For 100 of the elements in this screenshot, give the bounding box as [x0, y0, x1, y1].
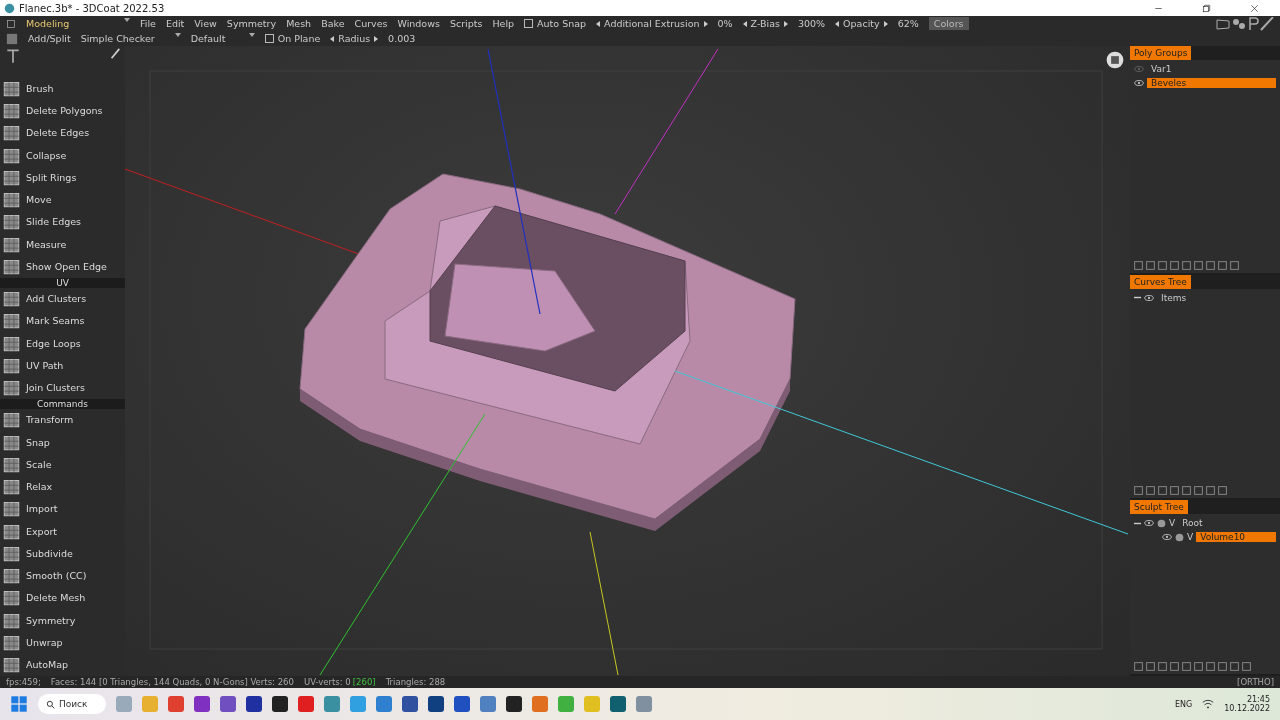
app-icon [4, 2, 15, 14]
tool-item[interactable]: Mark Seams [0, 309, 125, 333]
search-icon [46, 699, 55, 709]
taskbar-app-icon[interactable] [376, 696, 392, 712]
clock[interactable]: 21:45 10.12.2022 [1224, 695, 1270, 713]
tool-item[interactable]: Show Open Edge [0, 255, 125, 278]
tool-item[interactable]: Delete Edges [0, 121, 125, 145]
taskbar-app-icon[interactable] [272, 696, 288, 712]
taskbar-app-icon[interactable] [610, 696, 626, 712]
tool-item[interactable]: Delete Mesh [0, 586, 125, 610]
decrease-arrow-icon[interactable] [596, 20, 601, 27]
section-header[interactable]: UV [0, 277, 125, 288]
menu-item[interactable]: Bake [321, 18, 345, 29]
tool-item[interactable]: Smooth (CC) [0, 564, 125, 587]
volume-label: V [1169, 518, 1176, 529]
tree-item[interactable]: Root [1178, 518, 1276, 529]
taskbar-app-icon[interactable] [246, 696, 262, 712]
tree-item[interactable]: Volume10 [1196, 532, 1276, 543]
taskbar-app-icon[interactable] [480, 696, 496, 712]
tool-item[interactable]: Scale [0, 453, 125, 476]
taskbar-app-icon[interactable] [324, 696, 340, 712]
tool-item[interactable]: Move [0, 188, 125, 211]
menu-item[interactable]: Windows [397, 18, 440, 29]
increase-arrow-icon[interactable] [883, 20, 888, 27]
increase-arrow-icon[interactable] [783, 20, 788, 27]
tool-item[interactable]: Edge Loops [0, 332, 125, 355]
tool-icon [3, 633, 20, 651]
section-header[interactable]: Commands [0, 398, 125, 409]
taskbar-app-icon[interactable] [194, 696, 210, 712]
taskbar-app-icon[interactable] [168, 696, 184, 712]
menu-item[interactable]: Curves [354, 18, 388, 29]
tool-icon [3, 478, 20, 496]
tool-item[interactable]: Unwrap [0, 631, 125, 654]
tool-item[interactable]: Brush [0, 77, 125, 100]
menu-item[interactable]: Mesh [286, 18, 312, 29]
tool-item[interactable]: Measure [0, 233, 125, 256]
eye-icon [1144, 518, 1154, 529]
tool-item[interactable]: Subdivide [0, 542, 125, 565]
parameter-value[interactable]: 0% [717, 18, 733, 29]
decrease-arrow-icon[interactable] [835, 20, 840, 27]
window-title: Flanec.3b* - 3DCoat 2022.53 [19, 2, 166, 14]
decrease-arrow-icon[interactable] [330, 35, 335, 42]
tree-item[interactable]: Items [1157, 292, 1276, 303]
parameter-label: Additional Extrusion [604, 18, 700, 29]
tool-icon [3, 455, 20, 473]
tool-item[interactable]: Collapse [0, 144, 125, 167]
tool-item[interactable]: Transform [0, 408, 125, 432]
increase-arrow-icon[interactable] [374, 35, 379, 42]
parameter-value[interactable]: 0.003 [388, 33, 416, 44]
taskbar-app-icon[interactable] [532, 696, 548, 712]
tool-item[interactable]: Relax [0, 475, 125, 498]
taskbar-app-icon[interactable] [298, 696, 314, 712]
tool-item[interactable]: Snap [0, 431, 125, 454]
taskbar-app-icon[interactable] [220, 696, 236, 712]
menu-item[interactable]: Scripts [449, 18, 483, 29]
tool-icon [3, 312, 20, 330]
tool-item[interactable]: Slide Edges [0, 210, 125, 234]
taskbar-app-icon[interactable] [402, 696, 418, 712]
panel-tab[interactable]: Poly Groups [1130, 46, 1192, 60]
room-icons-drawing[interactable] [1216, 16, 1274, 31]
taskbar-app-icon[interactable] [558, 696, 574, 712]
tool-item[interactable]: AutoMap [0, 653, 125, 676]
checkbox[interactable] [524, 19, 534, 28]
checkbox[interactable] [264, 34, 274, 43]
menu-item[interactable]: File [140, 18, 156, 29]
parameter-value[interactable]: 62% [897, 18, 919, 29]
taskbar-app-icon[interactable] [116, 696, 132, 712]
tool-icon [3, 656, 20, 674]
tool-item[interactable]: Symmetry [0, 609, 125, 632]
tool-item[interactable]: Join Clusters [0, 376, 125, 399]
tool-item[interactable]: Import [0, 497, 125, 521]
eye-icon [1134, 64, 1144, 74]
parameter-value[interactable]: 300% [797, 18, 826, 29]
taskbar-app-icon[interactable] [428, 696, 444, 712]
start-icon [10, 695, 28, 713]
tool-item[interactable]: Export [0, 520, 125, 543]
poly-group-item[interactable]: Beveles [1147, 78, 1276, 88]
increase-arrow-icon[interactable] [703, 20, 708, 27]
taskbar-app-icon[interactable] [454, 696, 470, 712]
dropdown[interactable]: Default [190, 33, 255, 44]
colors-button[interactable]: Colors [928, 17, 969, 30]
menu-item[interactable]: Help [492, 18, 515, 29]
tool-item[interactable]: Split Rings [0, 166, 125, 189]
poly-group-item[interactable]: Var1 [1147, 64, 1276, 74]
panel-tab[interactable]: Sculpt Tree [1130, 500, 1188, 515]
mode-dropdown[interactable]: Modeling [26, 18, 130, 29]
menu-item[interactable]: View [194, 18, 217, 29]
search-field[interactable]: Поиск [38, 694, 106, 714]
language-indicator[interactable]: ENG [1174, 699, 1193, 709]
tool-item[interactable]: Add Clusters [0, 287, 125, 310]
menu-item[interactable]: Symmetry [226, 18, 277, 29]
taskbar-app-icon[interactable] [636, 696, 652, 712]
decrease-arrow-icon[interactable] [742, 20, 747, 27]
tool-item[interactable]: Delete Polygons [0, 99, 125, 122]
taskbar-app-icon[interactable] [506, 696, 522, 712]
parameter-label: Radius [338, 33, 371, 44]
taskbar-app-icon[interactable] [350, 696, 366, 712]
dropdown[interactable]: Simple Checker [80, 33, 181, 44]
menu-item[interactable]: Edit [165, 18, 185, 29]
tool-item[interactable]: UV Path [0, 354, 125, 377]
